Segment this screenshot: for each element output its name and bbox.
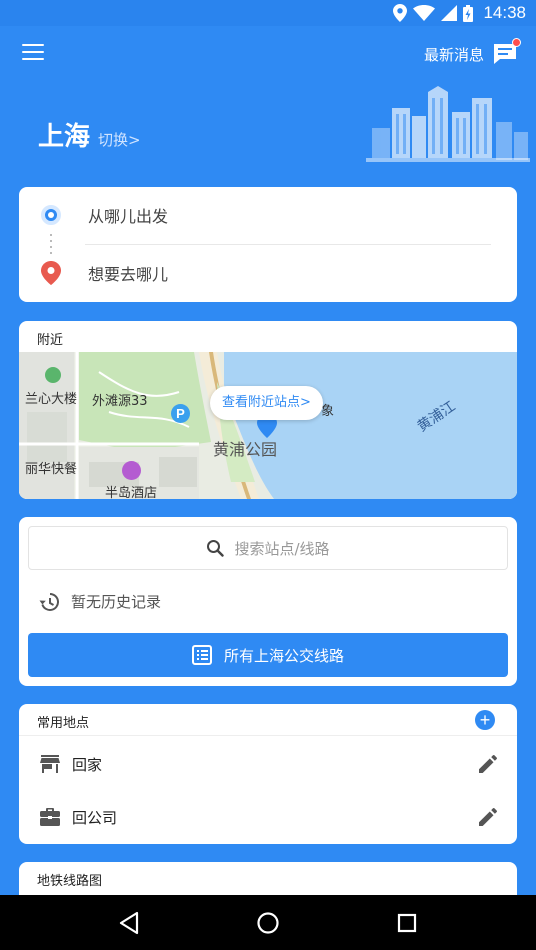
destination-input[interactable]: 想要去哪儿 bbox=[19, 245, 517, 301]
all-bus-lines-button[interactable]: 所有上海公交线路 bbox=[28, 633, 508, 677]
latest-news-button[interactable]: 最新消息 bbox=[423, 38, 521, 66]
history-empty-text: 暂无历史记录 bbox=[71, 593, 162, 611]
origin-placeholder: 从哪儿出发 bbox=[88, 207, 169, 226]
list-icon bbox=[191, 645, 212, 665]
city-selector: 上海 切换> bbox=[38, 116, 141, 153]
back-button[interactable] bbox=[109, 903, 149, 943]
destination-placeholder: 想要去哪儿 bbox=[88, 265, 169, 284]
search-card: 搜索站点/线路 暂无历史记录 所有上海公交线路 bbox=[19, 517, 517, 686]
frequent-places-card: 常用地点 + 回家 回公司 bbox=[19, 704, 517, 844]
map-label-lanxin: 兰心大楼 bbox=[25, 392, 78, 407]
parking-icon: P bbox=[171, 404, 190, 423]
home-button[interactable] bbox=[248, 903, 288, 943]
edit-home-icon[interactable] bbox=[479, 755, 497, 773]
place-label-home: 回家 bbox=[72, 755, 103, 774]
battery-icon bbox=[463, 4, 474, 22]
map-label-lihua: 丽华快餐 bbox=[25, 462, 78, 477]
status-bar: 14:38 bbox=[0, 0, 536, 26]
briefcase-icon bbox=[40, 808, 60, 826]
history-icon bbox=[39, 592, 59, 611]
status-time: 14:38 bbox=[483, 3, 526, 22]
all-bus-lines-label: 所有上海公交线路 bbox=[223, 646, 344, 665]
hotel-icon bbox=[122, 461, 141, 480]
origin-dot-icon bbox=[41, 205, 61, 225]
history-row: 暂无历史记录 bbox=[39, 591, 161, 612]
map-background bbox=[19, 352, 517, 499]
location-icon bbox=[393, 4, 408, 22]
nearby-title: 附近 bbox=[37, 333, 64, 348]
home-circle-icon bbox=[257, 911, 279, 934]
find-nearby-stations-button[interactable]: 查看附近站点> bbox=[210, 386, 323, 420]
back-icon bbox=[120, 911, 139, 934]
message-icon bbox=[492, 38, 521, 66]
notification-dot bbox=[512, 38, 521, 47]
map-poi-icon bbox=[45, 367, 61, 383]
add-place-button[interactable]: + bbox=[475, 710, 495, 730]
wifi-icon bbox=[413, 5, 436, 21]
place-item-home[interactable]: 回家 bbox=[19, 738, 517, 790]
search-icon bbox=[207, 540, 225, 557]
city-name: 上海 bbox=[38, 122, 91, 152]
store-icon bbox=[40, 755, 60, 773]
frequent-places-title: 常用地点 bbox=[37, 716, 90, 731]
menu-button[interactable] bbox=[22, 44, 44, 60]
recents-button[interactable] bbox=[387, 903, 427, 943]
city-switch-link[interactable]: 切换> bbox=[98, 129, 141, 150]
signal-icon bbox=[441, 5, 458, 21]
city-skyline-illustration bbox=[366, 86, 530, 162]
search-placeholder: 搜索站点/线路 bbox=[234, 539, 330, 558]
map-label-partial: 象 bbox=[321, 404, 335, 419]
place-item-company[interactable]: 回公司 bbox=[19, 791, 517, 843]
map-label-peninsula: 半岛酒店 bbox=[105, 486, 158, 499]
nearby-map[interactable]: 兰心大楼 外滩源33 P 黄浦公园 象 黄浦江 丽华快餐 半岛酒店 查看附近站点… bbox=[19, 352, 517, 499]
recents-square-icon bbox=[397, 913, 416, 932]
edit-company-icon[interactable] bbox=[479, 808, 497, 826]
place-label-company: 回公司 bbox=[72, 808, 118, 827]
origin-input[interactable]: 从哪儿出发 bbox=[19, 187, 517, 243]
frequent-places-header: 常用地点 + bbox=[19, 704, 517, 736]
system-navigation-bar bbox=[0, 895, 536, 950]
search-input[interactable]: 搜索站点/线路 bbox=[28, 526, 508, 570]
menu-icon bbox=[22, 44, 44, 46]
metro-map-title: 地铁线路图 bbox=[37, 874, 103, 889]
nearby-card: 附近 兰心大楼 外滩源33 P 黄浦公园 象 黄浦江 丽华快餐 半岛酒店 查看附… bbox=[19, 321, 517, 499]
app-screen: 14:38 最新消息 上海 切换> 从哪儿出发 想要去哪儿 附近 兰心大楼 外滩… bbox=[0, 0, 536, 950]
latest-news-label: 最新消息 bbox=[423, 45, 484, 64]
destination-pin-icon bbox=[41, 261, 61, 285]
route-planner-card: 从哪儿出发 想要去哪儿 bbox=[19, 187, 517, 302]
map-label-waitanyuan: 外滩源33 bbox=[92, 394, 148, 409]
map-label-huangpu-park: 黄浦公园 bbox=[213, 440, 278, 459]
